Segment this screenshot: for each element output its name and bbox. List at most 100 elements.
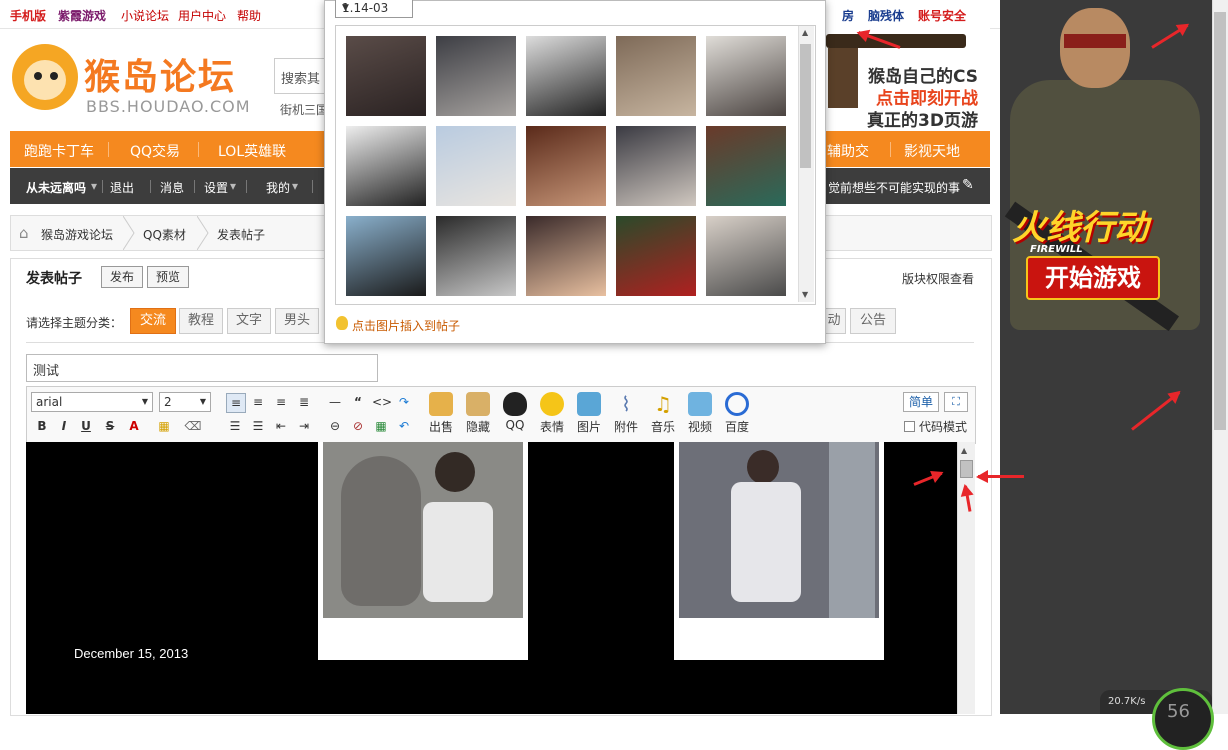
settings-chevron-icon[interactable]: ▾ [230, 179, 236, 193]
image-thumbnail[interactable] [616, 36, 696, 116]
novel-forum-link[interactable]: 小说论坛 [121, 7, 169, 24]
scroll-up-icon[interactable]: ▲ [961, 446, 967, 455]
nav-item-movies[interactable]: 影视天地 [904, 141, 960, 161]
emoji-tool-button[interactable]: 表情 [535, 392, 569, 435]
fullscreen-icon[interactable]: ⛶ [944, 392, 968, 412]
site-logo-text[interactable]: 猴岛论坛 [84, 48, 236, 100]
username-link[interactable]: 从未远离吗 [26, 179, 86, 196]
image-thumbnail[interactable] [436, 36, 516, 116]
align-right-icon[interactable]: ≡ [272, 393, 290, 411]
dropdown-arrow-icon[interactable]: ▾ [91, 179, 97, 193]
undo-icon[interactable]: ↶ [395, 417, 413, 435]
hide-tool-button[interactable]: 隐藏 [461, 392, 495, 435]
account-security-link[interactable]: 账号安全 [918, 7, 966, 24]
breadcrumb-forum[interactable]: 猴岛游戏论坛 [41, 226, 113, 243]
unordered-list-icon[interactable]: ☰ [249, 417, 267, 435]
monkey-logo-icon[interactable] [12, 44, 78, 110]
image-thumbnail[interactable] [436, 126, 516, 206]
image-thumbnail[interactable] [706, 216, 786, 296]
image-thumbnail[interactable] [706, 36, 786, 116]
bold-icon[interactable]: B [33, 417, 51, 435]
music-tool-button[interactable]: ♫ 音乐 [646, 392, 680, 435]
nav-item-helper-trade[interactable]: 辅助交 [827, 141, 869, 161]
image-thumbnail[interactable] [346, 216, 426, 296]
code-icon[interactable]: <> [372, 393, 392, 411]
logout-link[interactable]: 退出 [110, 179, 134, 196]
strikethrough-icon[interactable]: S [101, 417, 119, 435]
popup-scroll-thumb[interactable] [800, 44, 811, 168]
video-tool-button[interactable]: 视频 [683, 392, 717, 435]
home-icon[interactable]: ⌂ [19, 224, 29, 242]
font-family-select[interactable]: arial ▼ [31, 392, 153, 412]
redo-icon[interactable]: ↷ [395, 393, 413, 411]
align-left-icon[interactable]: ≡ [226, 393, 246, 413]
board-permission-link[interactable]: 版块权限查看 [902, 270, 974, 287]
settings-link[interactable]: 设置 [204, 179, 228, 196]
type-tutorial-button[interactable]: 教程 [179, 308, 223, 334]
publish-mode-button[interactable]: 发布 [101, 266, 143, 288]
breadcrumb-qq-material[interactable]: QQ素材 [143, 226, 186, 243]
image-thumbnail[interactable] [526, 36, 606, 116]
scroll-down-icon[interactable]: ▼ [802, 290, 808, 299]
mobile-link[interactable]: 手机版 [10, 7, 46, 24]
link-icon[interactable]: ⊖ [326, 417, 344, 435]
user-center-link[interactable]: 用户中心 [178, 7, 226, 24]
edit-pencil-icon[interactable]: ✎ [962, 177, 974, 193]
speed-gauge[interactable]: 56 [1152, 688, 1214, 750]
outdent-icon[interactable]: ⇤ [272, 417, 290, 435]
image-thumbnail[interactable] [346, 126, 426, 206]
preview-mode-button[interactable]: 预览 [147, 266, 189, 288]
align-justify-icon[interactable]: ≣ [295, 393, 313, 411]
checkbox-icon[interactable] [904, 421, 915, 432]
type-text-button[interactable]: 文字 [227, 308, 271, 334]
subject-input[interactable]: 测试 [26, 354, 378, 382]
top-right-link-1[interactable]: 房 [842, 7, 854, 24]
image-thumbnail[interactable] [616, 126, 696, 206]
editor-content-area[interactable] [26, 442, 957, 714]
ordered-list-icon[interactable]: ☰ [226, 417, 244, 435]
type-notice-button[interactable]: 公告 [850, 308, 896, 334]
simple-mode-button[interactable]: 简单 [903, 392, 939, 412]
album-select[interactable]: 1.14-03 ▼ [335, 0, 413, 18]
type-exchange-button[interactable]: 交流 [130, 308, 176, 334]
attachment-tool-button[interactable]: ⌇ 附件 [609, 392, 643, 435]
background-color-icon[interactable]: ▦ [155, 417, 173, 435]
table-icon[interactable]: ▦ [372, 417, 390, 435]
quote-icon[interactable]: “ [349, 393, 367, 411]
picture-tool-button[interactable]: 图片 [572, 392, 606, 435]
help-link[interactable]: 帮助 [237, 7, 261, 24]
nav-item-lol[interactable]: LOL英雄联 [218, 141, 286, 161]
top-right-link-2[interactable]: 脑残体 [868, 7, 904, 24]
image-thumbnail[interactable] [526, 216, 606, 296]
scroll-up-icon[interactable]: ▲ [802, 28, 808, 37]
page-scroll-thumb[interactable] [1214, 12, 1226, 430]
ad-start-game-button[interactable]: 开始游戏 [1026, 256, 1160, 300]
messages-link[interactable]: 消息 [160, 179, 184, 196]
indent-icon[interactable]: ⇥ [295, 417, 313, 435]
image-thumbnail[interactable] [526, 126, 606, 206]
italic-icon[interactable]: I [55, 417, 73, 435]
image-thumbnail[interactable] [346, 36, 426, 116]
baidu-tool-button[interactable]: 百度 [720, 392, 754, 435]
zixia-games-link[interactable]: 紫霞游戏 [58, 7, 106, 24]
font-color-icon[interactable]: A [125, 417, 143, 435]
editor-scroll-thumb[interactable] [960, 460, 973, 478]
sell-tool-button[interactable]: 出售 [424, 392, 458, 435]
font-size-select[interactable]: 2 ▼ [159, 392, 211, 412]
type-male-avatar-button[interactable]: 男头 [275, 308, 319, 334]
nav-item-qq-trade[interactable]: QQ交易 [130, 141, 180, 161]
clear-format-icon[interactable]: ⌫ [184, 417, 202, 435]
my-menu-link[interactable]: 我的 [266, 179, 290, 196]
code-mode-checkbox[interactable]: 代码模式 [904, 418, 967, 435]
image-thumbnail[interactable] [616, 216, 696, 296]
hot-search-link[interactable]: 街机三国 [280, 101, 328, 118]
image-thumbnail[interactable] [436, 216, 516, 296]
align-center-icon[interactable]: ≡ [249, 393, 267, 411]
unlink-icon[interactable]: ⊘ [349, 417, 367, 435]
horizontal-rule-icon[interactable]: — [326, 393, 344, 411]
qq-tool-button[interactable]: QQ [498, 392, 532, 432]
my-menu-chevron-icon[interactable]: ▾ [292, 179, 298, 193]
underline-icon[interactable]: U [77, 417, 95, 435]
nav-item-kart[interactable]: 跑跑卡丁车 [24, 141, 94, 161]
image-thumbnail[interactable] [706, 126, 786, 206]
